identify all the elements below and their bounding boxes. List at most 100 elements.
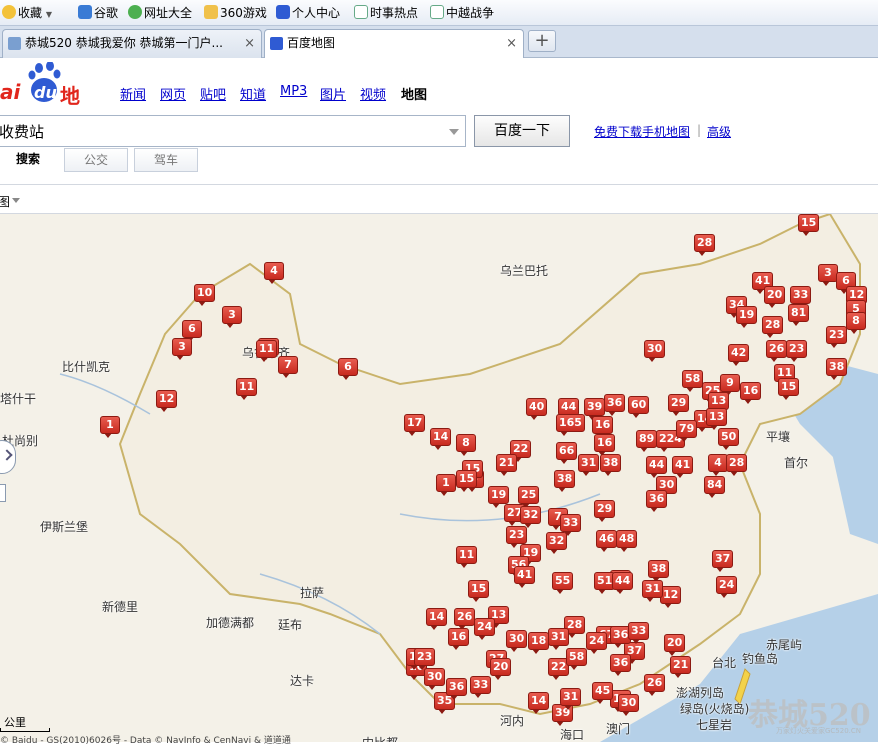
zoom-slider[interactable] bbox=[0, 484, 6, 502]
toll-station-marker[interactable]: 8 bbox=[456, 434, 476, 456]
tab-gongcheng520[interactable]: 恭城520 恭城我爱你 恭城第一门户... × bbox=[2, 29, 262, 58]
toll-station-marker[interactable]: 3 bbox=[172, 338, 192, 360]
toll-station-marker[interactable]: 21 bbox=[670, 656, 692, 678]
toll-station-marker[interactable]: 20 bbox=[664, 634, 686, 656]
toll-station-marker[interactable]: 33 bbox=[790, 286, 812, 308]
toll-station-marker[interactable]: 15 bbox=[798, 214, 820, 236]
favorite-site-nav[interactable]: 网址大全 bbox=[128, 5, 192, 21]
toll-station-marker[interactable]: 30 bbox=[644, 340, 666, 362]
toll-station-marker[interactable]: 79 bbox=[676, 420, 698, 442]
toll-station-marker[interactable]: 26 bbox=[644, 674, 666, 696]
toll-station-marker[interactable]: 23 bbox=[826, 326, 848, 348]
toll-station-marker[interactable]: 33 bbox=[470, 676, 492, 698]
toll-station-marker[interactable]: 8 bbox=[846, 312, 866, 334]
nav-news[interactable]: 新闻 bbox=[120, 84, 146, 103]
toll-station-marker[interactable]: 31 bbox=[642, 580, 664, 602]
toll-station-marker[interactable]: 38 bbox=[648, 560, 670, 582]
toll-station-marker[interactable]: 16 bbox=[592, 416, 614, 438]
toll-station-marker[interactable]: 42 bbox=[728, 344, 750, 366]
toll-station-marker[interactable]: 55 bbox=[552, 572, 574, 594]
map-canvas[interactable]: 乌兰巴托 比什凯克 杜尚别 伊斯兰堡 新德里 加德满都 拉萨 廷布 达卡 河内 … bbox=[0, 214, 878, 742]
toll-station-marker[interactable]: 16 bbox=[594, 434, 616, 456]
map-type-label[interactable]: 图 bbox=[0, 193, 10, 210]
toll-station-marker[interactable]: 26 bbox=[454, 608, 476, 630]
toll-station-marker[interactable]: 18 bbox=[528, 632, 550, 654]
toll-station-marker[interactable]: 19 bbox=[736, 306, 758, 328]
toll-station-marker[interactable]: 31 bbox=[548, 628, 570, 650]
toll-station-marker[interactable]: 28 bbox=[762, 316, 784, 338]
toll-station-marker[interactable]: 15 bbox=[778, 378, 800, 400]
toll-station-marker[interactable]: 50 bbox=[718, 428, 740, 450]
toll-station-marker[interactable]: 10 bbox=[194, 284, 216, 306]
toll-station-marker[interactable]: 23 bbox=[414, 648, 436, 670]
toll-station-marker[interactable]: 89 bbox=[636, 430, 658, 452]
toll-station-marker[interactable]: 6 bbox=[182, 320, 202, 342]
toll-station-marker[interactable]: 66 bbox=[556, 442, 578, 464]
toll-station-marker[interactable]: 41 bbox=[514, 566, 536, 588]
chevron-down-icon[interactable] bbox=[12, 198, 20, 203]
toll-station-marker[interactable]: 36 bbox=[610, 654, 632, 676]
toll-station-marker[interactable]: 28 bbox=[726, 454, 748, 476]
toll-station-marker[interactable]: 14 bbox=[426, 608, 448, 630]
favorite-current-events[interactable]: 时事热点 bbox=[354, 5, 418, 21]
toll-station-marker[interactable]: 29 bbox=[594, 500, 616, 522]
tab-bus[interactable]: 公交 bbox=[64, 148, 128, 172]
toll-station-marker[interactable]: 30 bbox=[424, 668, 446, 690]
nav-tieba[interactable]: 贴吧 bbox=[200, 84, 226, 103]
toll-station-marker[interactable]: 36 bbox=[446, 678, 468, 700]
toll-station-marker[interactable]: 15 bbox=[456, 470, 478, 492]
toll-station-marker[interactable]: 6 bbox=[338, 358, 358, 380]
toll-station-marker[interactable]: 20 bbox=[764, 286, 786, 308]
toll-station-marker[interactable]: 58 bbox=[682, 370, 704, 392]
toll-station-marker[interactable]: 14 bbox=[430, 428, 452, 450]
favorites-star[interactable]: 收藏 ▼ bbox=[2, 5, 52, 21]
toll-station-marker[interactable]: 24 bbox=[716, 576, 738, 598]
new-tab-button[interactable]: + bbox=[528, 30, 556, 52]
toll-station-marker[interactable]: 58 bbox=[566, 648, 588, 670]
toll-station-marker[interactable]: 19 bbox=[488, 486, 510, 508]
toll-station-marker[interactable]: 4 bbox=[708, 454, 728, 476]
toll-station-marker[interactable]: 32 bbox=[546, 532, 568, 554]
toll-station-marker[interactable]: 30 bbox=[506, 630, 528, 652]
toll-station-marker[interactable]: 11 bbox=[236, 378, 258, 400]
toll-station-marker[interactable]: 3 bbox=[222, 306, 242, 328]
nav-zhidao[interactable]: 知道 bbox=[240, 84, 266, 103]
toll-station-marker[interactable]: 16 bbox=[448, 628, 470, 650]
toll-station-marker[interactable]: 24 bbox=[474, 618, 496, 640]
toll-station-marker[interactable]: 13 bbox=[706, 408, 728, 430]
toll-station-marker[interactable]: 9 bbox=[720, 374, 740, 396]
chevron-down-icon[interactable] bbox=[449, 129, 459, 135]
tab-baidu-map[interactable]: 百度地图 × bbox=[264, 29, 524, 58]
nav-web[interactable]: 网页 bbox=[160, 84, 186, 103]
toll-station-marker[interactable]: 60 bbox=[628, 396, 650, 418]
toll-station-marker[interactable]: 11 bbox=[456, 546, 478, 568]
toll-station-marker[interactable]: 30 bbox=[618, 694, 640, 716]
favorite-personal-center[interactable]: 个人中心 bbox=[276, 5, 340, 21]
close-icon[interactable]: × bbox=[244, 30, 255, 57]
toll-station-marker[interactable]: 40 bbox=[526, 398, 548, 420]
toll-station-marker[interactable]: 3 bbox=[818, 264, 838, 286]
toll-station-marker[interactable]: 20 bbox=[490, 658, 512, 680]
toll-station-marker[interactable]: 16 bbox=[740, 382, 762, 404]
tab-search[interactable]: 搜索 bbox=[0, 148, 58, 172]
search-input[interactable] bbox=[0, 116, 429, 146]
toll-station-marker[interactable]: 24 bbox=[586, 632, 608, 654]
toll-station-marker[interactable]: 38 bbox=[826, 358, 848, 380]
toll-station-marker[interactable]: 1 bbox=[436, 474, 456, 496]
toll-station-marker[interactable]: 33 bbox=[628, 622, 650, 644]
toll-station-marker[interactable]: 38 bbox=[554, 470, 576, 492]
toll-station-marker[interactable]: 44 bbox=[646, 456, 668, 478]
toll-station-marker[interactable]: 36 bbox=[646, 490, 668, 512]
toll-station-marker[interactable]: 4 bbox=[264, 262, 284, 284]
toll-station-marker[interactable]: 29 bbox=[668, 394, 690, 416]
advanced-search-link[interactable]: 高级 bbox=[707, 123, 731, 140]
toll-station-marker[interactable]: 1 bbox=[100, 416, 120, 438]
toll-station-marker[interactable]: 46 bbox=[596, 530, 618, 552]
toll-station-marker[interactable]: 32 bbox=[520, 506, 542, 528]
toll-station-marker[interactable]: 41 bbox=[672, 456, 694, 478]
favorite-google[interactable]: 谷歌 bbox=[78, 5, 118, 21]
toll-station-marker[interactable]: 36 bbox=[604, 394, 626, 416]
toll-station-marker[interactable]: 38 bbox=[600, 454, 622, 476]
toll-station-marker[interactable]: 48 bbox=[616, 530, 638, 552]
toll-station-marker[interactable]: 14 bbox=[528, 692, 550, 714]
